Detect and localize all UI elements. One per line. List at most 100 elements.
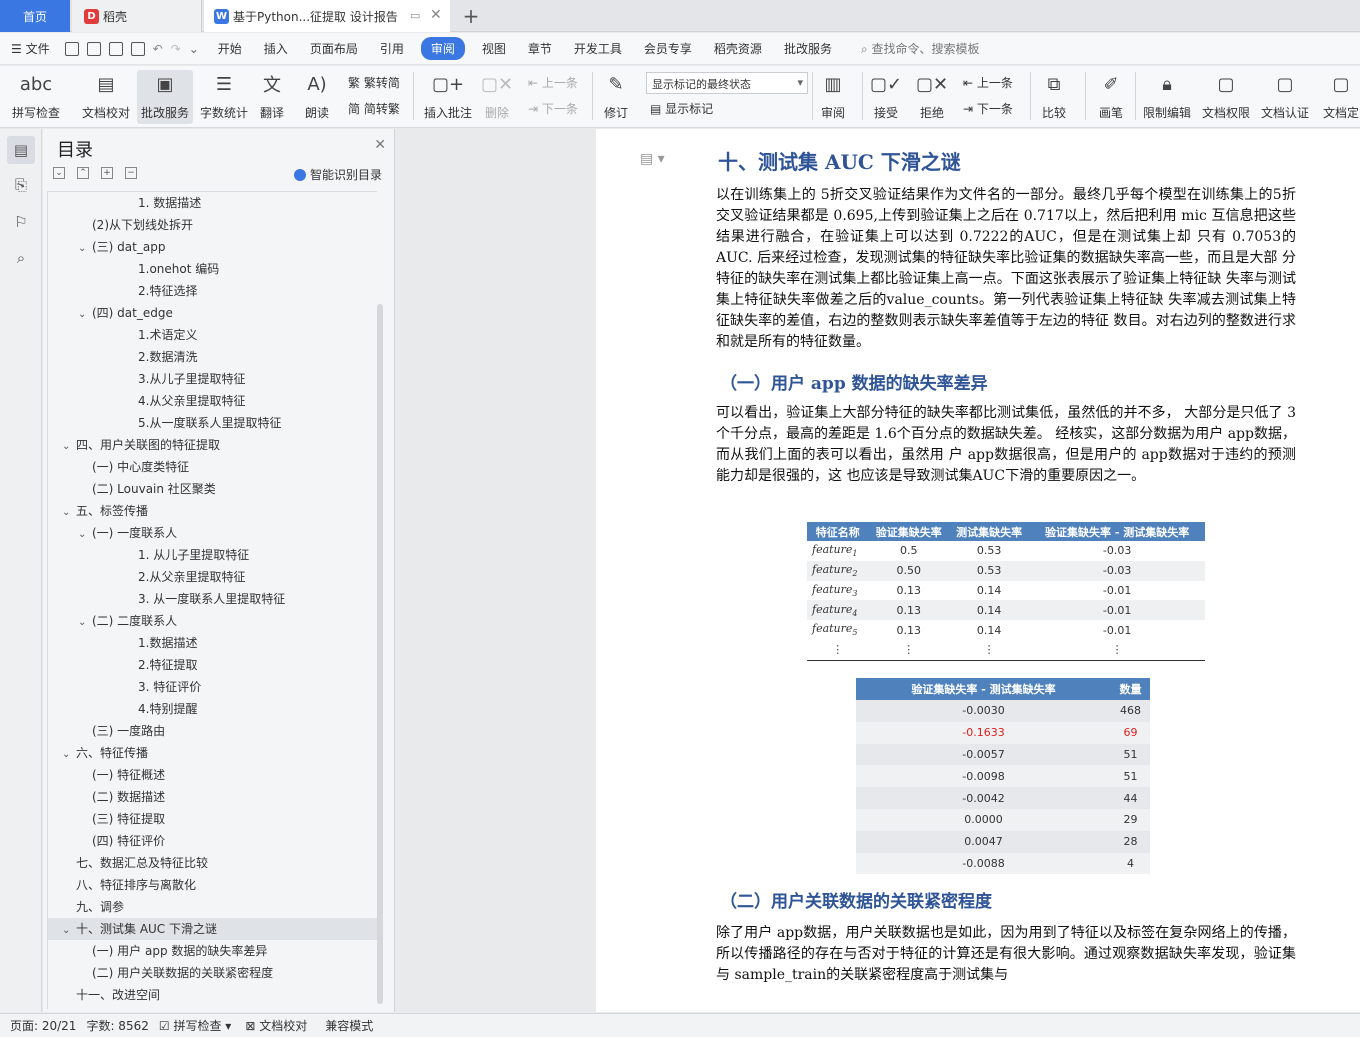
read-aloud-button[interactable]: A) 朗读	[303, 70, 331, 121]
toc-item[interactable]: ⌄ 五、标签传播	[48, 500, 377, 522]
doc-cert-button[interactable]: ▢ 文档认证	[1261, 70, 1309, 121]
toc-item[interactable]: 2.特征选择	[48, 280, 377, 302]
spell-check-button[interactable]: abc 拼写检查	[12, 70, 60, 121]
toc-item[interactable]: 九、调参	[48, 896, 377, 918]
accept-button[interactable]: ▢✓ 接受	[870, 70, 902, 121]
page-count[interactable]: 页面: 20/21	[10, 1017, 76, 1034]
status-spell-check[interactable]: ☑ 拼写检查 ▾	[159, 1017, 231, 1034]
next-comment-button[interactable]: ⇥ 下一条	[528, 100, 578, 117]
toc-item[interactable]: 2.从父亲里提取特征	[48, 566, 377, 588]
show-markup-button[interactable]: ▤ 显示标记	[650, 100, 713, 117]
word-count-button[interactable]: ☰ 字数统计	[200, 70, 248, 121]
new-tab-button[interactable]: +	[456, 0, 486, 32]
review-pane-button[interactable]: ▥ 审阅	[819, 70, 847, 121]
command-search[interactable]: ⌕ 查找命令、搜索模板	[861, 40, 980, 57]
toc-item[interactable]: (二) 用户关联数据的关联紧密程度	[48, 962, 377, 984]
doc-permission-button[interactable]: ▢ 文档权限	[1202, 70, 1250, 121]
toc-item[interactable]: (三) 特征提取	[48, 808, 377, 830]
outline-icon[interactable]: ⎘	[12, 176, 30, 194]
find-icon[interactable]: ⌕	[12, 249, 30, 267]
preview-icon[interactable]	[130, 41, 145, 56]
toc-item[interactable]: 2.特征提取	[48, 654, 377, 676]
chevron-down-icon[interactable]: ⌄	[62, 920, 76, 942]
menu-layout[interactable]: 页面布局	[299, 40, 369, 57]
menu-chapter[interactable]: 章节	[517, 40, 563, 57]
toc-item[interactable]: (一) 中心度类特征	[48, 456, 377, 478]
chevron-down-icon[interactable]: ⌄	[78, 524, 92, 546]
undo-icon[interactable]: ↶	[153, 42, 163, 56]
toc-item[interactable]: 八、特征排序与离散化	[48, 874, 377, 896]
menu-insert[interactable]: 插入	[253, 40, 299, 57]
toc-item[interactable]: 1. 从儿子里提取特征	[48, 544, 377, 566]
toc-item[interactable]: 3. 从一度联系人里提取特征	[48, 588, 377, 610]
doc-proof-button[interactable]: ▤ 文档校对	[82, 70, 130, 121]
prev-change-button[interactable]: ⇤ 上一条	[963, 74, 1013, 91]
translate-button[interactable]: 文翻译	[258, 70, 286, 121]
toc-item[interactable]: ⌄ (四) dat_edge	[48, 302, 377, 324]
save-icon[interactable]	[64, 41, 79, 56]
toc-item[interactable]: 5.从一度联系人里提取特征	[48, 412, 377, 434]
window-icon[interactable]: ▭	[410, 9, 420, 22]
expand-all-icon[interactable]: +	[101, 167, 113, 179]
toc-item[interactable]: 4.特别提醒	[48, 698, 377, 720]
status-proof[interactable]: ⊠ 文档校对	[245, 1017, 307, 1034]
prev-comment-button[interactable]: ⇤ 上一条	[528, 74, 578, 91]
toc-item[interactable]: 1.数据描述	[48, 632, 377, 654]
reject-button[interactable]: ▢✕ 拒绝	[916, 70, 948, 121]
toc-item[interactable]: (二) Louvain 社区聚类	[48, 478, 377, 500]
chevron-down-icon[interactable]: ⌄	[78, 612, 92, 634]
toc-item[interactable]: (二) 数据描述	[48, 786, 377, 808]
chevron-down-icon[interactable]: ⌄	[62, 502, 76, 524]
chevron-down-icon[interactable]: ⌄	[62, 436, 76, 458]
toc-item[interactable]: 七、数据汇总及特征比较	[48, 852, 377, 874]
doc-final-button[interactable]: ▢ 文档定	[1323, 70, 1359, 121]
simp-to-trad-button[interactable]: 简 简转繁	[348, 100, 400, 117]
menu-member[interactable]: 会员专享	[633, 40, 703, 57]
markup-state-select[interactable]: 显示标记的最终状态 ▾	[646, 72, 808, 94]
restrict-edit-button[interactable]: 🔒︎ 限制编辑	[1143, 70, 1191, 121]
review-service-button[interactable]: ▣ 批改服务	[137, 70, 194, 124]
toc-item[interactable]: 3.从儿子里提取特征	[48, 368, 377, 390]
close-icon[interactable]: ✕	[374, 137, 386, 153]
toc-item[interactable]: (2)从下划线处拆开	[48, 214, 377, 236]
quick-access-more-icon[interactable]: ⌄	[189, 42, 199, 56]
print-icon[interactable]	[108, 41, 123, 56]
export-icon[interactable]	[86, 41, 101, 56]
next-change-button[interactable]: ⇥ 下一条	[963, 100, 1013, 117]
toc-item[interactable]: 1.术语定义	[48, 324, 377, 346]
toc-panel-icon[interactable]: ▤	[7, 136, 35, 164]
delete-comment-button[interactable]: ▢✕ 删除	[481, 70, 513, 121]
toc-scrollbar[interactable]	[377, 304, 383, 1004]
toc-item[interactable]: (一) 特征概述	[48, 764, 377, 786]
menu-daoke-resources[interactable]: 稻壳资源	[703, 40, 773, 57]
toc-item[interactable]: (一) 用户 app 数据的缺失率差异	[48, 940, 377, 962]
track-changes-button[interactable]: ✎ 修订	[602, 70, 630, 121]
toc-item[interactable]: 1.onehot 编码	[48, 258, 377, 280]
menu-file[interactable]: ☰ 文件	[0, 40, 61, 57]
toc-item[interactable]: ⌄ 四、用户关联图的特征提取	[48, 434, 377, 456]
toc-item[interactable]: ⌄ 十、测试集 AUC 下滑之谜	[48, 918, 377, 940]
toc-item[interactable]: (三) 一度路由	[48, 720, 377, 742]
toc-item[interactable]: 3. 特征评价	[48, 676, 377, 698]
toc-item[interactable]: ⌄ 六、特征传播	[48, 742, 377, 764]
toc-item[interactable]: 2.数据清洗	[48, 346, 377, 368]
pen-button[interactable]: ✐ 画笔	[1097, 70, 1125, 121]
menu-start[interactable]: 开始	[207, 40, 253, 57]
toc-item[interactable]: 4.从父亲里提取特征	[48, 390, 377, 412]
expand-level-icon[interactable]: ⌃	[77, 167, 89, 179]
tab-daoke[interactable]: D 稻壳	[72, 0, 202, 32]
trad-to-simp-button[interactable]: 繁 繁转简	[348, 74, 400, 91]
chevron-down-icon[interactable]: ⌄	[78, 238, 92, 260]
toc-item[interactable]: ⌄ (二) 二度联系人	[48, 610, 377, 632]
menu-reference[interactable]: 引用	[369, 40, 415, 57]
collapse-level-icon[interactable]: ⌄	[53, 167, 65, 179]
collapse-all-icon[interactable]: −	[125, 167, 137, 179]
redo-icon[interactable]: ↷	[171, 42, 181, 56]
menu-view[interactable]: 视图	[471, 40, 517, 57]
insert-comment-button[interactable]: ▢+ 插入批注	[424, 70, 472, 121]
doc-outline-icon[interactable]: ▤ ▾	[640, 151, 665, 167]
close-tab-icon[interactable]: ✕	[430, 7, 442, 23]
bookmark-icon[interactable]: ⚐	[12, 213, 30, 231]
chevron-down-icon[interactable]: ⌄	[62, 744, 76, 766]
tab-document[interactable]: W 基于Python...征提取 设计报告 ▭ ✕	[204, 0, 450, 32]
